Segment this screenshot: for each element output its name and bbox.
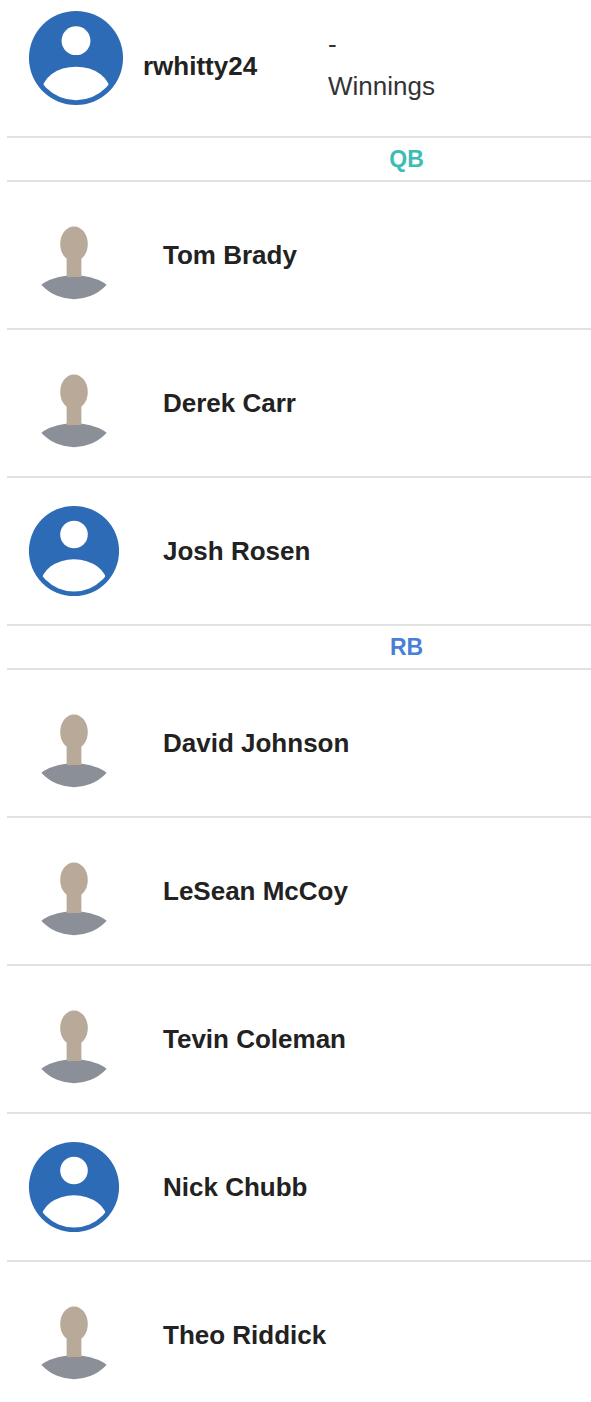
player-name: Tom Brady — [120, 239, 297, 271]
player-name: Derek Carr — [120, 387, 296, 419]
player-photo — [28, 845, 120, 937]
player-row[interactable]: Tevin Coleman — [7, 966, 591, 1114]
player-photo — [28, 357, 120, 449]
player-row[interactable]: David Johnson — [7, 670, 591, 818]
player-name: David Johnson — [120, 727, 349, 759]
player-photo — [28, 993, 120, 1085]
player-name: LeSean McCoy — [120, 875, 348, 907]
winnings-label: Winnings — [328, 65, 435, 107]
player-name: Tevin Coleman — [120, 1023, 346, 1055]
player-name: Josh Rosen — [120, 535, 310, 567]
player-name: Theo Riddick — [120, 1319, 326, 1351]
player-row[interactable]: Nick Chubb — [7, 1114, 591, 1262]
winnings-value: - — [328, 23, 435, 65]
position-label: QB — [389, 146, 424, 172]
player-name: Nick Chubb — [120, 1171, 307, 1203]
player-photo — [28, 1289, 120, 1381]
player-photo — [28, 209, 120, 301]
player-photo — [28, 697, 120, 789]
winnings: -Winnings — [328, 23, 435, 107]
player-row[interactable]: LeSean McCoy — [7, 818, 591, 966]
user-header: rwhitty24-Winnings — [7, 0, 591, 138]
avatar-icon — [28, 505, 120, 597]
username: rwhitty24 — [124, 50, 328, 82]
avatar-icon — [28, 10, 124, 106]
position-header: QB — [7, 138, 591, 182]
avatar-icon — [28, 1141, 120, 1233]
position-label: RB — [390, 634, 423, 660]
player-row[interactable]: Tom Brady — [7, 182, 591, 330]
player-row[interactable]: Josh Rosen — [7, 478, 591, 626]
player-row[interactable]: Derek Carr — [7, 330, 591, 478]
player-row[interactable]: Theo Riddick — [7, 1262, 591, 1402]
position-header: RB — [7, 626, 591, 670]
